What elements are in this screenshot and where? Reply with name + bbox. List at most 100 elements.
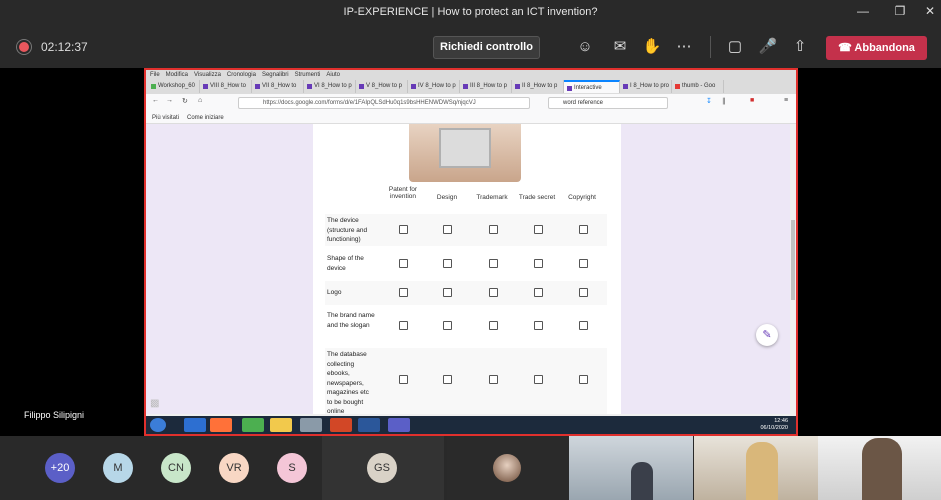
browser-tab[interactable]: I 8_How to pro <box>620 80 672 93</box>
browser-tab[interactable]: V 8_How to p <box>356 80 408 93</box>
menu-item[interactable]: Aiuto <box>326 70 340 80</box>
participant-gallery: +20 M CN VR S GS <box>0 436 941 500</box>
reload-icon[interactable]: ↻ <box>182 97 188 105</box>
checkbox[interactable] <box>534 375 543 384</box>
people-icon[interactable]: ☺ <box>575 37 595 57</box>
word-icon[interactable] <box>358 418 380 432</box>
minimize-icon[interactable]: — <box>848 4 878 18</box>
checkbox[interactable] <box>579 288 588 297</box>
participant-video[interactable] <box>569 436 693 500</box>
browser-tab[interactable]: III 8_How to p <box>460 80 512 93</box>
menu-item[interactable]: Segnalibri <box>262 70 289 80</box>
library-icon[interactable]: ∥ <box>722 97 726 105</box>
powerpoint-icon[interactable] <box>330 418 352 432</box>
window-titlebar: IP-EXPERIENCE | How to protect an ICT in… <box>0 0 941 26</box>
folder-icon[interactable] <box>270 418 292 432</box>
bookmark-item[interactable]: Più visitati <box>152 112 179 123</box>
back-icon[interactable]: ← <box>152 97 159 104</box>
checkbox[interactable] <box>443 288 452 297</box>
clock-time: 12:46 <box>774 418 788 424</box>
checkbox[interactable] <box>443 225 452 234</box>
menu-item[interactable]: Visualizza <box>194 70 221 80</box>
window-title: IP-EXPERIENCE | How to protect an ICT in… <box>343 6 598 18</box>
browser-tab[interactable]: IV 8_How to p <box>408 80 460 93</box>
checkbox[interactable] <box>534 225 543 234</box>
checkbox[interactable] <box>399 288 408 297</box>
search-input[interactable]: word reference <box>548 97 668 109</box>
checkbox[interactable] <box>399 375 408 384</box>
toolbar-divider <box>710 36 711 58</box>
clock-date: 06/10/2020 <box>760 425 788 431</box>
checkbox[interactable] <box>489 288 498 297</box>
menu-item[interactable]: Cronologia <box>227 70 256 80</box>
camera-off-icon[interactable]: ▢ <box>725 37 745 57</box>
mic-off-icon[interactable]: 🎤 <box>758 37 778 57</box>
browser-tab-active[interactable]: Interactive <box>564 80 620 93</box>
avatar[interactable]: CN <box>161 453 191 483</box>
browser-tab[interactable]: thumb - Goo <box>672 80 724 93</box>
avatar[interactable]: VR <box>219 453 249 483</box>
chrome-icon[interactable] <box>242 418 264 432</box>
download-icon[interactable]: ↧ <box>706 97 712 105</box>
browser-tab[interactable]: Workshop_60 <box>148 80 200 93</box>
pdf-icon[interactable]: ■ <box>750 97 754 104</box>
teams-icon[interactable] <box>388 418 410 432</box>
checkbox[interactable] <box>579 259 588 268</box>
participant-video[interactable] <box>818 436 941 500</box>
checkbox[interactable] <box>579 375 588 384</box>
chat-icon[interactable]: ✉ <box>610 37 630 57</box>
firefox-icon[interactable] <box>210 418 232 432</box>
checkbox[interactable] <box>443 321 452 330</box>
menu-item[interactable]: Strumenti <box>295 70 321 80</box>
leave-button[interactable]: ☎ Abbandona <box>826 36 927 60</box>
participant-video[interactable] <box>694 436 818 500</box>
forward-icon[interactable]: → <box>166 97 173 104</box>
browser-tab[interactable]: VIII 8_How to <box>200 80 252 93</box>
url-bar[interactable]: https://docs.google.com/forms/d/e/1FAIpQ… <box>238 97 530 109</box>
checkbox[interactable] <box>443 375 452 384</box>
raise-hand-icon[interactable]: ✋ <box>642 37 662 57</box>
checkbox[interactable] <box>489 225 498 234</box>
menu-item[interactable]: Modifica <box>166 70 188 80</box>
scrollbar-thumb[interactable] <box>791 220 795 300</box>
checkbox[interactable] <box>579 321 588 330</box>
edit-icon[interactable]: ✎ <box>756 324 778 346</box>
avatar[interactable]: S <box>277 453 307 483</box>
bookmark-item[interactable]: Come iniziare <box>187 112 224 123</box>
checkbox[interactable] <box>579 225 588 234</box>
browser-tab[interactable]: VII 8_How to <box>252 80 304 93</box>
participant-tile[interactable] <box>447 436 569 500</box>
table-row: The database collecting ebooks, newspape… <box>325 348 607 415</box>
maximize-icon[interactable]: ❐ <box>885 4 915 18</box>
participant-tile[interactable]: GS <box>322 436 444 500</box>
menu-item[interactable]: File <box>150 70 160 80</box>
checkbox[interactable] <box>534 288 543 297</box>
share-icon[interactable]: ⇧ <box>790 37 810 57</box>
more-icon[interactable]: ⋯ <box>674 37 694 57</box>
bookmarks-bar: Più visitati Come iniziare <box>146 112 796 124</box>
checkbox[interactable] <box>489 375 498 384</box>
avatar[interactable]: +20 <box>45 453 75 483</box>
checkbox[interactable] <box>399 321 408 330</box>
home-icon[interactable]: ⌂ <box>198 97 202 104</box>
browser-tab[interactable]: II 8_How to p <box>512 80 564 93</box>
request-control-button[interactable]: Richiedi controllo <box>433 36 540 59</box>
checkbox[interactable] <box>534 321 543 330</box>
app-icon[interactable] <box>300 418 322 432</box>
ie-icon[interactable] <box>184 418 206 432</box>
close-icon[interactable]: ✕ <box>915 4 941 18</box>
checkbox[interactable] <box>534 259 543 268</box>
checkbox[interactable] <box>399 225 408 234</box>
browser-tab[interactable]: VI 8_How to p <box>304 80 356 93</box>
start-icon[interactable] <box>150 418 166 432</box>
page-content: Patent for invention Design Trademark Tr… <box>146 124 796 415</box>
taskbar-clock: 12:46 06/10/2020 <box>760 418 788 432</box>
checkbox[interactable] <box>399 259 408 268</box>
checkbox[interactable] <box>443 259 452 268</box>
avatar[interactable]: M <box>103 453 133 483</box>
checkbox[interactable] <box>489 321 498 330</box>
caption-icon[interactable]: ▩ <box>150 398 159 409</box>
menu-icon[interactable]: ≡ <box>784 97 788 104</box>
checkbox[interactable] <box>489 259 498 268</box>
meeting-stage: File Modifica Visualizza Cronologia Segn… <box>0 68 941 436</box>
